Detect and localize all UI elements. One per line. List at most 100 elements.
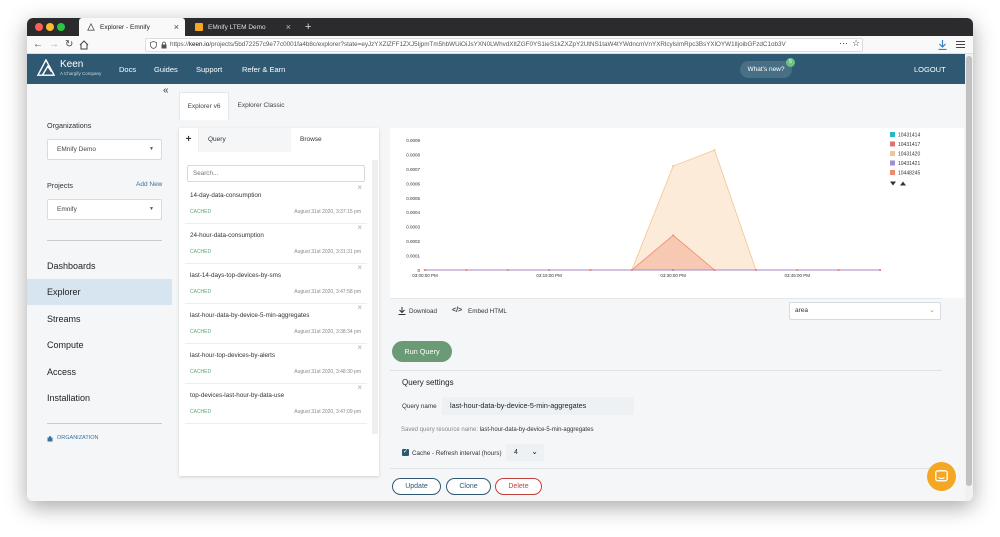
- list-item[interactable]: last-14-days-top-devices-by-sms CACHED A…: [185, 263, 367, 304]
- home-icon[interactable]: [79, 40, 89, 50]
- list-scrollbar[interactable]: [372, 160, 378, 434]
- shield-icon[interactable]: [150, 41, 157, 49]
- hamburger-menu-icon[interactable]: [956, 40, 965, 49]
- divider: [47, 240, 162, 241]
- tab-explorer-v6[interactable]: Explorer v6: [179, 92, 229, 120]
- url-bar[interactable]: https://keen.io/projects/5bd72257c9e77c0…: [145, 38, 863, 52]
- scrollbar-thumb[interactable]: [966, 56, 972, 486]
- sidebar-item-dashboards[interactable]: Dashboards: [27, 253, 172, 279]
- page-actions-icon[interactable]: ⋯: [839, 38, 848, 49]
- browser-tab-emnify[interactable]: EMnify LTEM Demo ×: [187, 18, 297, 36]
- list-item[interactable]: last-hour-data-by-device-5-min-aggregate…: [185, 303, 367, 344]
- lock-icon[interactable]: [161, 41, 167, 49]
- logout-button[interactable]: LOGOUT: [914, 65, 946, 74]
- sidebar-item-installation[interactable]: Installation: [27, 385, 172, 411]
- sidebar-item-access[interactable]: Access: [27, 359, 172, 385]
- sidebar-item-streams[interactable]: Streams: [27, 306, 172, 332]
- data-point-10448245: [630, 269, 633, 271]
- list-item[interactable]: 14-day-data-consumption CACHED August 31…: [185, 183, 367, 224]
- embed-html-button[interactable]: Embed HTML: [468, 308, 507, 315]
- back-icon[interactable]: ←: [33, 39, 43, 50]
- legend-swatch-10431420: [890, 151, 895, 156]
- list-item[interactable]: last-hour-top-devices-by-alerts CACHED A…: [185, 343, 367, 384]
- code-icon[interactable]: </>: [452, 307, 462, 314]
- nav-guides[interactable]: Guides: [154, 65, 178, 74]
- close-tab-icon[interactable]: ×: [286, 22, 291, 32]
- remove-query-icon[interactable]: ×: [357, 343, 362, 352]
- close-window-icon[interactable]: [35, 23, 43, 31]
- legend-label-10431421: 10431421: [898, 161, 920, 167]
- download-icon[interactable]: [398, 307, 406, 315]
- nav-docs[interactable]: Docs: [119, 65, 136, 74]
- reload-icon[interactable]: ↻: [65, 39, 73, 50]
- nav-refer-earn[interactable]: Refer & Earn: [242, 65, 285, 74]
- legend-swatch-10448245: [890, 170, 895, 175]
- sidebar-item-compute[interactable]: Compute: [27, 332, 172, 358]
- refresh-interval-select[interactable]: 4 ⌄: [506, 444, 544, 461]
- add-new-project-link[interactable]: Add New: [136, 181, 162, 188]
- organization-select[interactable]: EMnify Demo ▼: [47, 139, 162, 160]
- project-select[interactable]: Emnify ▼: [47, 199, 162, 220]
- run-query-button[interactable]: Run Query: [392, 341, 452, 362]
- chevron-down-icon: ▼: [149, 146, 154, 152]
- cached-badge: CACHED: [190, 249, 212, 255]
- y-tick-label: 0.0005: [406, 196, 420, 201]
- query-settings-title: Query settings: [402, 378, 454, 387]
- new-tab-button[interactable]: +: [297, 18, 311, 36]
- close-tab-icon[interactable]: ×: [174, 22, 179, 32]
- cache-checkbox[interactable]: ✓: [402, 449, 409, 456]
- legend-swatch-10431421: [890, 160, 895, 166]
- query-name: last-hour-top-devices-by-alerts: [190, 352, 276, 359]
- query-name-label: Query name: [402, 403, 437, 410]
- maximize-window-icon[interactable]: [57, 23, 65, 31]
- app-header: Keen A Chargify Company Docs Guides Supp…: [27, 54, 965, 84]
- organization-link[interactable]: ORGANIZATION: [57, 435, 98, 441]
- remove-query-icon[interactable]: ×: [357, 303, 362, 312]
- series-area-10431420: [425, 149, 880, 271]
- delete-button[interactable]: Delete: [495, 478, 542, 495]
- whats-new-button[interactable]: What's new?: [740, 61, 792, 78]
- tab-query[interactable]: Query: [199, 128, 291, 152]
- query-date: August 31st 2020, 3:37:15 pm: [294, 209, 361, 215]
- keen-logo-icon[interactable]: [37, 59, 55, 77]
- resource-name-label: Saved query resource name:: [401, 427, 479, 433]
- chevron-down-icon: ⌄: [531, 447, 538, 456]
- forward-icon[interactable]: →: [49, 39, 59, 50]
- tab-browse[interactable]: Browse: [291, 128, 379, 152]
- browser-tab-explorer[interactable]: Explorer - Emnify ×: [79, 18, 185, 36]
- remove-query-icon[interactable]: ×: [357, 383, 362, 392]
- chat-launcher-button[interactable]: [927, 462, 956, 491]
- y-tick-label: 0.0008: [406, 152, 420, 157]
- legend-page-down-icon: [890, 181, 896, 186]
- resource-name-value: last-hour-data-by-device-5-min-aggregate…: [479, 427, 594, 433]
- list-item[interactable]: 24-hour-data-consumption CACHED August 3…: [185, 223, 367, 264]
- download-arrow-icon[interactable]: [938, 40, 947, 50]
- y-tick-label: 0.0001: [406, 254, 420, 259]
- download-button[interactable]: Download: [409, 308, 437, 315]
- bookmark-star-icon[interactable]: ☆: [852, 38, 860, 49]
- update-button[interactable]: Update: [392, 478, 441, 495]
- query-name: last-14-days-top-devices-by-sms: [190, 272, 281, 279]
- query-date: August 31st 2020, 3:47:09 pm: [294, 409, 361, 415]
- remove-query-icon[interactable]: ×: [357, 263, 362, 272]
- data-point-10448245: [589, 269, 592, 271]
- minimize-window-icon[interactable]: [46, 23, 54, 31]
- data-point-10448245: [837, 269, 840, 271]
- add-query-button[interactable]: +: [179, 128, 199, 152]
- data-point-10448245: [713, 269, 716, 271]
- list-item[interactable]: top-devices-last-hour-by-data-use CACHED…: [185, 383, 367, 424]
- query-date: August 31st 2020, 3:47:58 pm: [294, 289, 361, 295]
- search-input[interactable]: [187, 165, 365, 182]
- clone-button[interactable]: Clone: [446, 478, 491, 495]
- page-scrollbar[interactable]: [965, 54, 973, 501]
- remove-query-icon[interactable]: ×: [357, 223, 362, 232]
- chart-type-select[interactable]: area ⌄: [789, 302, 941, 320]
- chevron-down-icon: ▼: [149, 206, 154, 212]
- query-name-input[interactable]: last-hour-data-by-device-5-min-aggregate…: [442, 397, 634, 415]
- nav-support[interactable]: Support: [196, 65, 222, 74]
- remove-query-icon[interactable]: ×: [357, 183, 362, 192]
- x-tick-label: 03:30:00 PM: [660, 273, 686, 278]
- tab-explorer-classic[interactable]: Explorer Classic: [229, 92, 293, 120]
- collapse-sidebar-icon[interactable]: «: [163, 85, 169, 96]
- sidebar-item-explorer[interactable]: Explorer: [27, 279, 172, 305]
